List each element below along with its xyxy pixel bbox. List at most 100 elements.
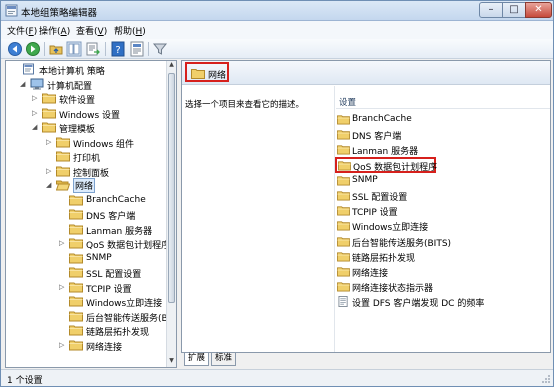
minimize-button[interactable]: –: [479, 2, 503, 18]
settings-item[interactable]: DNS 客户端: [337, 128, 547, 142]
settings-item-label: QoS 数据包计划程序: [353, 162, 438, 173]
collapsed-arrow-icon[interactable]: ▷: [46, 137, 54, 147]
tree-item[interactable]: ▷ Windows 设置: [6, 107, 166, 121]
collapsed-arrow-icon[interactable]: ▷: [59, 282, 67, 292]
settings-item-label: 网络连接: [352, 269, 389, 279]
folder-icon: [56, 137, 70, 147]
tree-pane[interactable]: 本地计算机 策略 ◢ 计算机配置 ▷ 软件设置 ▷ Windows 设置 ◢ 管理模板 ▷ Wind…: [5, 60, 177, 368]
settings-item[interactable]: SSL 配置设置: [337, 189, 547, 203]
menu-item-v[interactable]: 查看(V): [76, 24, 107, 37]
tree-item[interactable]: ▷ TCPIP 设置: [6, 281, 166, 295]
show-tree-icon[interactable]: [66, 41, 82, 57]
menu-item-a[interactable]: 操作(A): [39, 24, 70, 37]
settings-item[interactable]: 网络连接: [337, 265, 547, 279]
tree-item[interactable]: ◢ 管理模板: [6, 121, 166, 135]
tree-item[interactable]: SNMP: [6, 252, 166, 266]
resize-grip-icon[interactable]: [542, 375, 551, 384]
filter-icon[interactable]: [152, 41, 168, 57]
folder-icon: [42, 108, 56, 118]
folder-icon: [337, 282, 350, 292]
folder-icon: [337, 145, 350, 155]
details-header: 网络: [182, 61, 550, 85]
tree-item[interactable]: ▷ 软件设置: [6, 92, 166, 106]
tree-item-label: Windows立即连接: [86, 299, 163, 309]
settings-item[interactable]: Lanman 服务器: [337, 143, 547, 157]
tree-item[interactable]: ◢ 计算机配置: [6, 78, 166, 92]
tree-item[interactable]: ▷ 网络连接: [6, 339, 166, 353]
tree-item[interactable]: 链路层拓扑发现: [6, 324, 166, 338]
scroll-up-icon[interactable]: ▲: [167, 61, 176, 71]
app-window: 本地组策略编辑器 – □ ✕ 文件(F) 操作(A) 查看(V) 帮助(H) ?…: [0, 0, 554, 387]
settings-item[interactable]: BranchCache: [337, 113, 547, 127]
settings-item-label: Windows立即连接: [352, 223, 429, 234]
expanded-arrow-icon[interactable]: ◢: [20, 79, 28, 89]
settings-item[interactable]: 后台智能传送服务(BITS): [337, 235, 547, 249]
collapsed-arrow-icon[interactable]: ▷: [32, 108, 40, 118]
settings-item[interactable]: Windows立即连接: [337, 219, 547, 233]
collapsed-arrow-icon[interactable]: ▷: [46, 166, 54, 176]
settings-item[interactable]: SNMP: [337, 174, 547, 188]
details-header-title: 网络: [208, 71, 227, 81]
settings-item[interactable]: 设置 DFS 客户端发现 DC 的频率: [337, 295, 547, 309]
menu-item-h[interactable]: 帮助(H): [114, 24, 146, 37]
tree-item[interactable]: DNS 客户端: [6, 208, 166, 222]
properties-icon[interactable]: [129, 41, 145, 57]
collapsed-arrow-icon[interactable]: ▷: [59, 340, 67, 350]
tree-item-label: 软件设置: [59, 96, 96, 106]
settings-column-header[interactable]: 设置: [339, 96, 356, 108]
tree-item[interactable]: BranchCache: [6, 194, 166, 208]
scroll-thumb[interactable]: [168, 73, 175, 303]
settings-item[interactable]: 网络连接状态指示器: [337, 280, 547, 294]
forward-icon[interactable]: [25, 41, 41, 57]
export-list-icon[interactable]: [85, 41, 101, 57]
status-bar: 1 个设置: [1, 369, 553, 386]
folder-icon: [69, 209, 83, 220]
maximize-button[interactable]: □: [502, 2, 526, 18]
collapsed-arrow-icon[interactable]: ▷: [59, 238, 67, 248]
tree-item-label: 后台智能传送服务(BIT: [86, 313, 176, 324]
settings-item[interactable]: TCPIP 设置: [337, 204, 547, 218]
folder-icon: [69, 224, 83, 234]
menu-item-f[interactable]: 文件(F): [7, 24, 37, 37]
expanded-arrow-icon[interactable]: ◢: [32, 122, 40, 132]
up-folder-icon[interactable]: [48, 41, 64, 57]
tree-item[interactable]: 本地计算机 策略: [6, 63, 166, 77]
tab-standard[interactable]: 标准: [211, 353, 237, 366]
tree-item[interactable]: Lanman 服务器: [6, 223, 166, 237]
tree-item-label: 网络: [73, 178, 96, 193]
tree-item[interactable]: SSL 配置设置: [6, 266, 166, 280]
expanded-arrow-icon[interactable]: ◢: [46, 180, 54, 190]
folder-icon: [69, 296, 83, 307]
tree-item-label: 管理模板: [59, 125, 96, 135]
toolbar: ?: [1, 39, 553, 59]
tree-scrollbar[interactable]: ▲ ▼: [166, 61, 176, 367]
tab-extended[interactable]: 扩展: [184, 353, 210, 366]
header-highlight-box: 网络: [185, 62, 229, 82]
tree-item[interactable]: 打印机: [6, 150, 166, 164]
folder-icon: [337, 176, 350, 186]
settings-item[interactable]: 链路层拓扑发现: [337, 250, 547, 264]
tree-item[interactable]: ▷ Windows 组件: [6, 136, 166, 150]
tree-item[interactable]: Windows立即连接: [6, 295, 166, 309]
status-text: 1 个设置: [7, 376, 43, 386]
close-button[interactable]: ✕: [525, 2, 552, 18]
title-bar[interactable]: 本地组策略编辑器 – □ ✕: [1, 1, 553, 21]
tree-item[interactable]: ▷ QoS 数据包计划程序: [6, 237, 170, 251]
settings-item-label: 设置 DFS 客户端发现 DC 的频率: [352, 299, 485, 310]
settings-item-label: DNS 客户端: [352, 132, 402, 143]
folder-icon: [337, 252, 350, 262]
back-icon[interactable]: [7, 41, 23, 57]
tree-item[interactable]: 后台智能传送服务(BIT: [6, 310, 176, 324]
settings-item-label: 链路层拓扑发现: [352, 253, 416, 264]
collapsed-arrow-icon[interactable]: ▷: [32, 93, 40, 103]
scroll-down-icon[interactable]: ▼: [167, 357, 176, 367]
tree-item-label: Lanman 服务器: [86, 226, 153, 237]
details-pane: 网络 选择一个项目来查看它的描述。 设置 BranchCache DNS 客户端 L…: [181, 60, 551, 353]
settings-item-label: SNMP: [352, 174, 378, 185]
folder-icon: [69, 282, 83, 292]
tree-item[interactable]: ◢ 网络: [6, 178, 166, 193]
settings-item-highlighted[interactable]: QoS 数据包计划程序: [335, 156, 438, 173]
tree-item-label: 控制面板: [73, 168, 110, 179]
help-icon[interactable]: ?: [110, 41, 126, 57]
tree-item[interactable]: ▷ 控制面板: [6, 165, 166, 179]
